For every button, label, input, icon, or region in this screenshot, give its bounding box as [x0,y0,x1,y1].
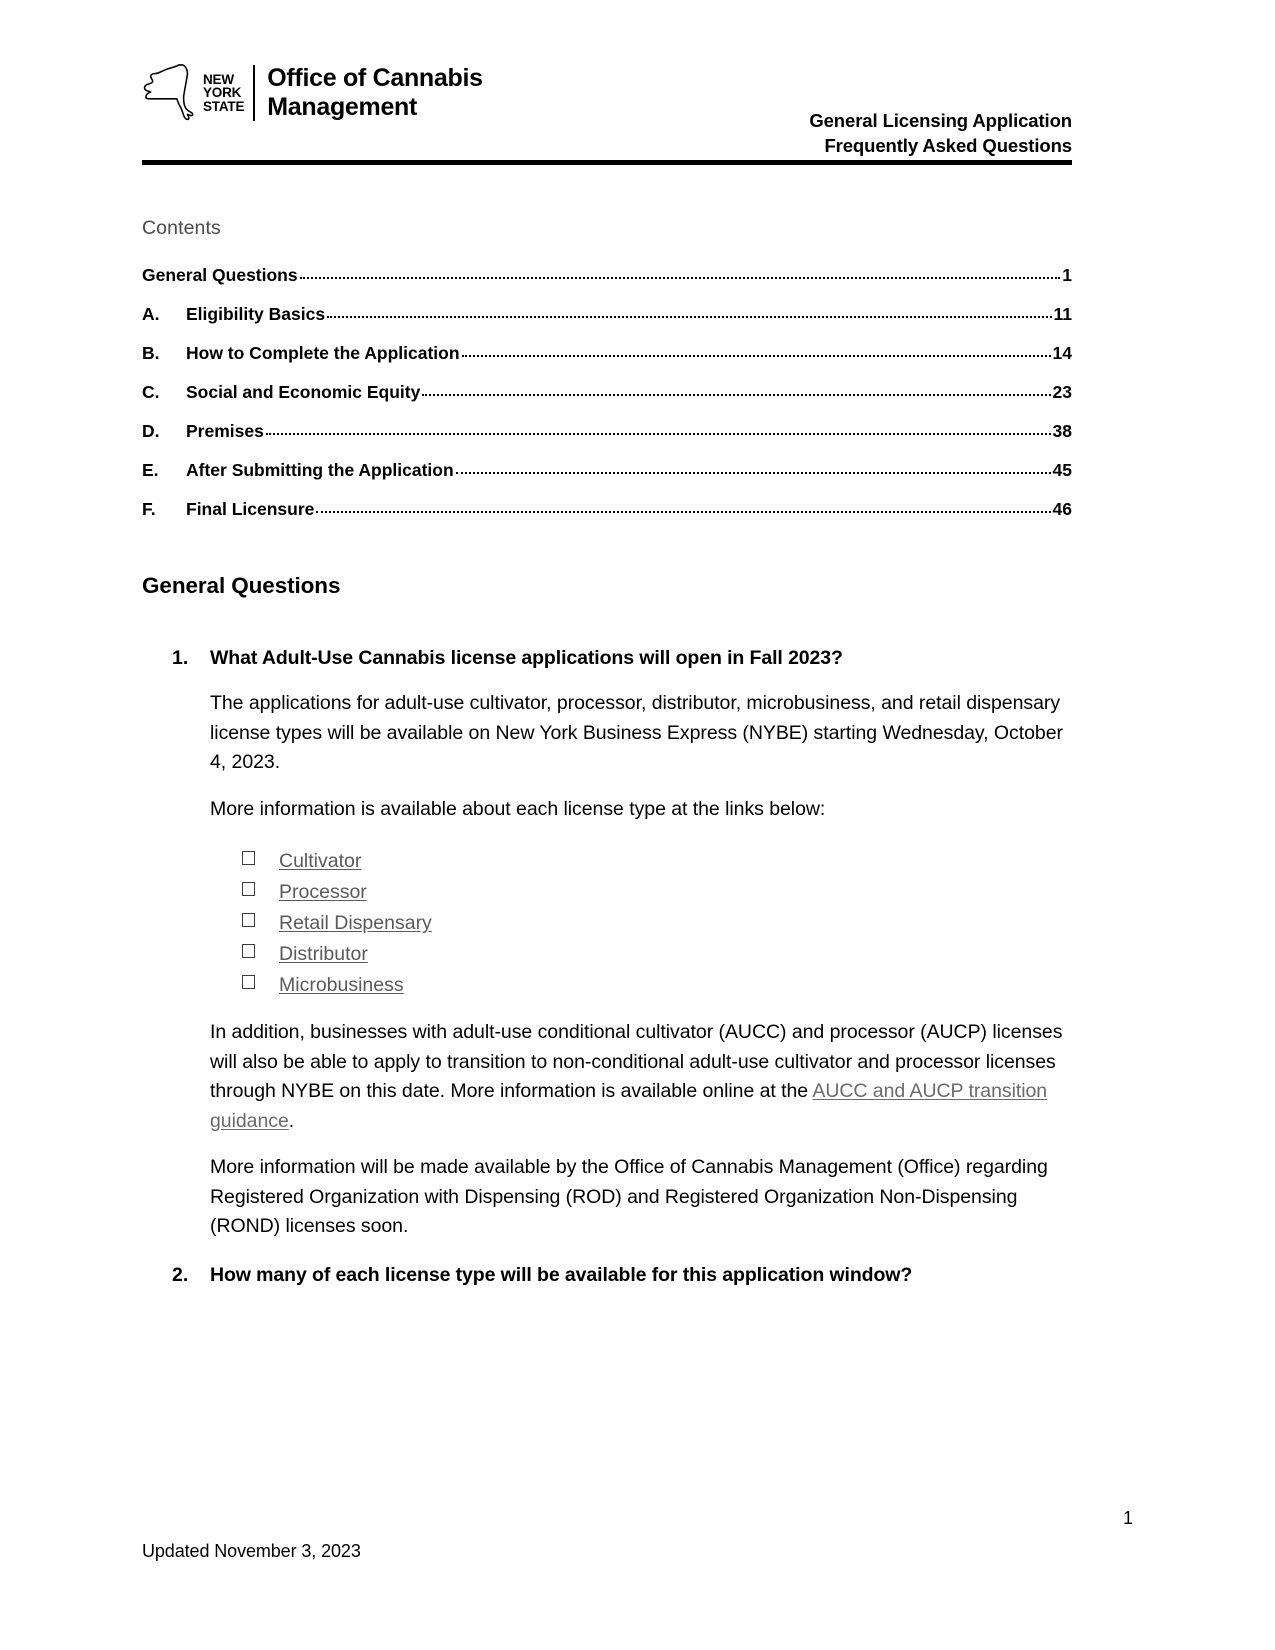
toc-entry-letter: C. [142,382,160,402]
list-item[interactable]: Distributor [210,939,1072,970]
link-cultivator[interactable]: Cultivator [279,846,361,877]
link-microbusiness[interactable]: Microbusiness [279,970,404,1001]
toc-leader-dots [327,307,1052,321]
bullet-square-icon [242,882,255,896]
toc-entry-premises[interactable]: D. Premises 38 [142,402,1072,441]
toc-entry-page: 23 [1052,382,1072,402]
toc-entry-letter: B. [142,343,160,363]
toc-entry-eligibility-basics[interactable]: A. Eligibility Basics 11 [142,285,1072,324]
bullet-square-icon [242,944,255,958]
toc-entry-letter: A. [142,304,160,324]
toc-entry-label: Social and Economic Equity [186,382,421,402]
toc-entry-page: 14 [1052,343,1072,363]
list-item[interactable]: Processor [210,877,1072,908]
toc-entry-letter: E. [142,460,159,480]
agency-logo: NEW YORK STATE Office of Cannabis Manage… [142,60,483,126]
toc-entry-label: General Questions [142,265,298,285]
list-item[interactable]: Retail Dispensary [210,908,1072,939]
logo-agency-line-1: Office of Cannabis [267,64,483,92]
toc-entry-general-questions[interactable]: General Questions 1 [142,246,1072,285]
faq-answer-paragraph-3: In addition, businesses with adult-use c… [210,1018,1072,1136]
toc-leader-dots [455,463,1051,477]
logo-agency-name: Office of Cannabis Management [267,64,483,122]
faq-question: How many of each license type will be av… [210,1263,913,1286]
footer-page-number: 1 [1122,1508,1133,1528]
section-heading-general-questions: General Questions [142,573,341,598]
link-retail-dispensary[interactable]: Retail Dispensary [279,908,432,939]
toc-entry-letter: D. [142,421,160,441]
faq-question: What Adult-Use Cannabis license applicat… [210,647,843,669]
document-title-line-2: Frequently Asked Questions [824,135,1072,156]
toc-entry-page: 46 [1052,499,1072,519]
faq-answer-paragraph-2: More information is available about each… [210,797,826,820]
link-distributor[interactable]: Distributor [279,939,368,970]
toc-entry-label: Eligibility Basics [186,304,326,324]
toc-entry-final-licensure[interactable]: F. Final Licensure 46 [142,480,1072,519]
toc-leader-dots [299,268,1061,282]
footer-updated-date: Updated November 3, 2023 [142,1541,361,1561]
logo-state-line-1: NEW [203,71,234,87]
toc-leader-dots [265,424,1051,438]
faq-item-number: 1. [172,647,189,669]
bullet-square-icon [242,913,255,927]
logo-divider [253,65,256,121]
toc-entry-page: 38 [1052,421,1072,441]
faq-item-1: 1. What Adult-Use Cannabis license appli… [172,645,1072,1242]
toc-entry-label: Premises [186,421,264,441]
toc-entry-page: 1 [1062,265,1072,285]
bullet-square-icon [242,851,255,865]
toc-entry-after-submitting-the-application[interactable]: E. After Submitting the Application 45 [142,441,1072,480]
document-title-line-1: General Licensing Application [809,110,1072,131]
link-processor[interactable]: Processor [279,877,367,908]
page-header: NEW YORK STATE Office of Cannabis Manage… [142,52,1072,156]
list-item[interactable]: Microbusiness [210,970,1072,1001]
faq-item-2: 2. How many of each license type will be… [172,1262,1072,1289]
logo-state-line-2: YORK [203,85,242,101]
contents-heading: Contents [142,217,221,239]
table-of-contents: Contents General Questions 1 A. Eligibil… [142,216,1072,519]
bullet-square-icon [242,975,255,989]
toc-entry-page: 11 [1053,304,1073,324]
toc-entry-letter: F. [142,499,156,519]
document-title: General Licensing Application Frequently… [809,108,1072,158]
logo-agency-line-2: Management [267,93,418,121]
faq-list: 1. What Adult-Use Cannabis license appli… [172,645,1072,1289]
logo-state-line-3: STATE [203,98,245,114]
toc-entry-how-to-complete-the-application[interactable]: B. How to Complete the Application 14 [142,324,1072,363]
header-divider-rule [142,160,1072,165]
toc-entry-label: After Submitting the Application [186,460,454,480]
faq-answer-paragraph-1: The applications for adult-use cultivato… [210,692,1063,773]
license-type-link-list: Cultivator Processor Retail Dispensary D… [210,846,1072,1001]
new-york-state-outline-icon [142,62,202,124]
toc-entry-social-and-economic-equity[interactable]: C. Social and Economic Equity 23 [142,363,1072,402]
toc-entry-label: How to Complete the Application [186,343,460,363]
faq-item-number: 2. [172,1263,189,1286]
list-item[interactable]: Cultivator [210,846,1072,877]
document-page: NEW YORK STATE Office of Cannabis Manage… [0,0,1275,1650]
toc-entry-page: 45 [1052,460,1072,480]
paragraph-3-text-after: . [288,1109,295,1132]
toc-leader-dots [316,502,1051,516]
toc-entry-label: Final Licensure [186,499,315,519]
faq-answer-paragraph-4: More information will be made available … [210,1156,1048,1237]
toc-leader-dots [422,385,1051,399]
logo-state-text: NEW YORK STATE [203,73,253,114]
toc-leader-dots [461,346,1051,360]
